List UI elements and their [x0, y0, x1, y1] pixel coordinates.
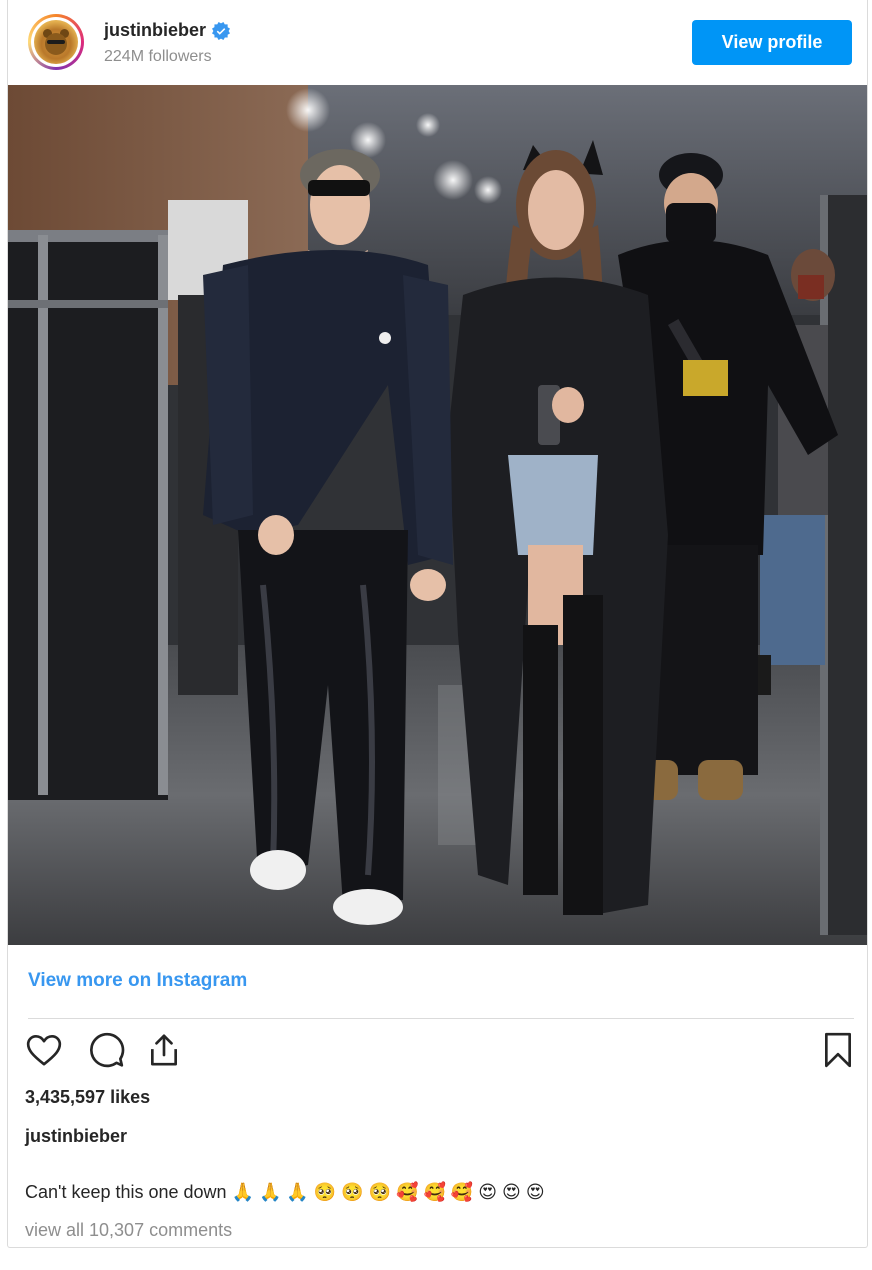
- post-photo[interactable]: [8, 85, 867, 945]
- view-comments-link[interactable]: view all 10,307 comments: [25, 1220, 232, 1241]
- view-profile-button[interactable]: View profile: [692, 20, 852, 65]
- caption-text: Can't keep this one down 🙏 🙏 🙏 🥺 🥺 🥺 🥰 🥰…: [25, 1182, 545, 1202]
- comment-icon[interactable]: [86, 1030, 126, 1070]
- username-row[interactable]: justinbieber: [104, 20, 231, 41]
- avatar-image: [34, 20, 78, 64]
- heart-icon[interactable]: [24, 1030, 64, 1070]
- photo-illustration: [8, 85, 867, 945]
- action-bar: [24, 1030, 854, 1074]
- follower-count: 224M followers: [104, 48, 212, 65]
- profile-avatar[interactable]: [28, 14, 84, 70]
- view-more-link[interactable]: View more on Instagram: [28, 970, 247, 992]
- post-header: justinbieber 224M followers View profile: [8, 0, 867, 85]
- instagram-embed: justinbieber 224M followers View profile: [7, 0, 868, 1248]
- divider: [28, 1018, 854, 1019]
- username[interactable]: justinbieber: [104, 20, 206, 41]
- like-count[interactable]: 3,435,597 likes: [25, 1087, 150, 1108]
- share-icon[interactable]: [144, 1030, 184, 1070]
- bookmark-icon[interactable]: [818, 1030, 858, 1070]
- verified-badge-icon: [212, 21, 231, 40]
- caption-username[interactable]: justinbieber: [25, 1126, 127, 1147]
